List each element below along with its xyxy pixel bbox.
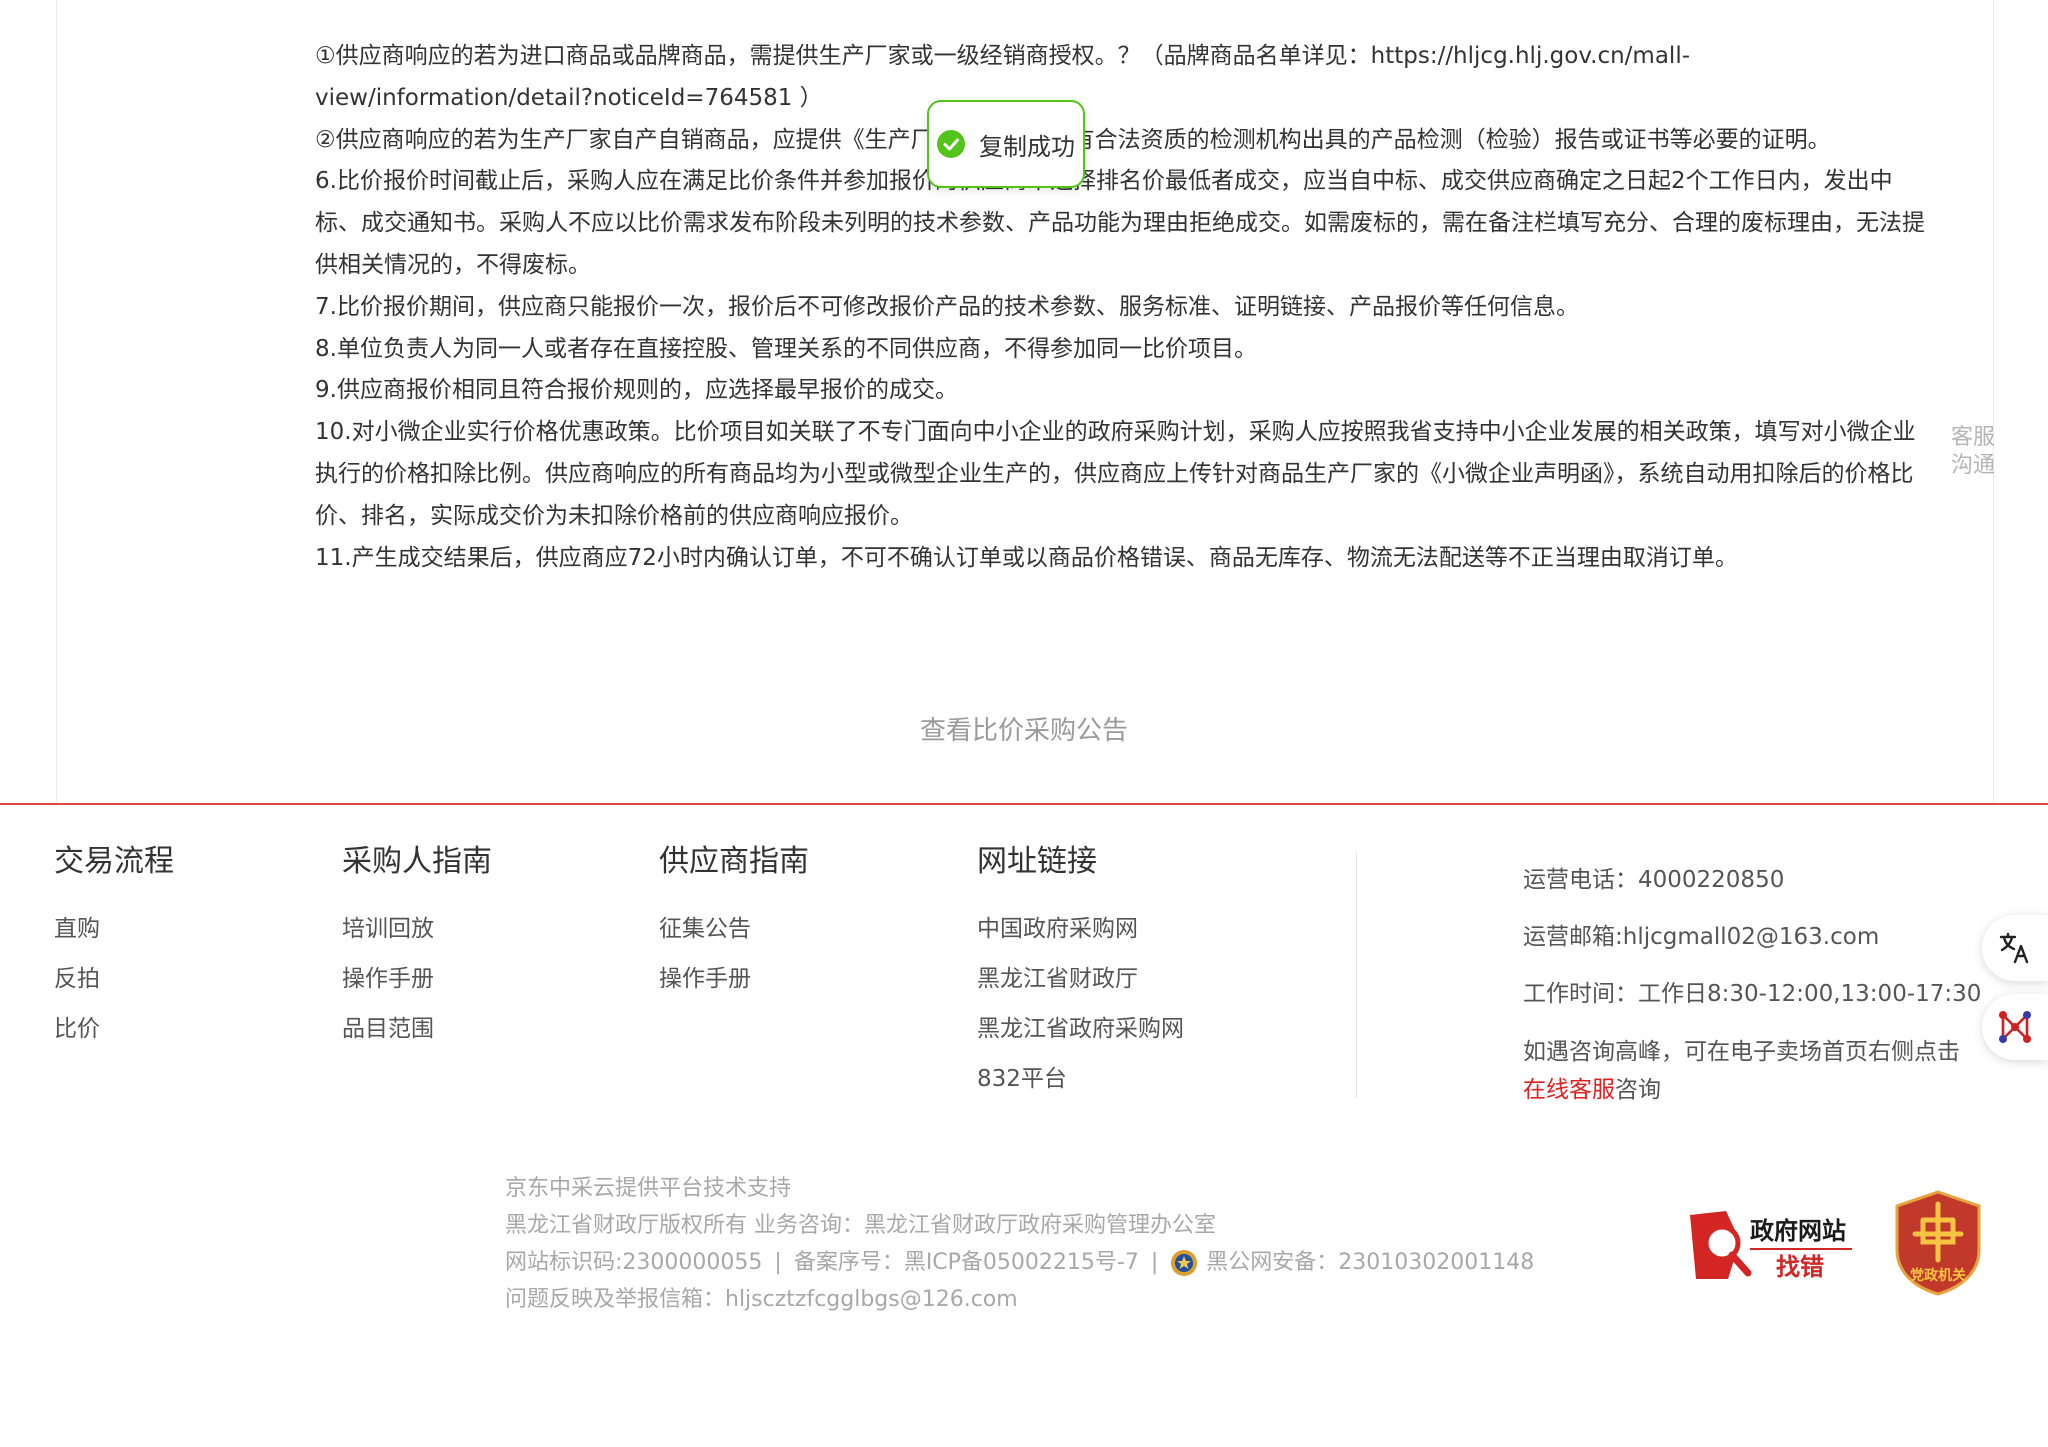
footer-col-title: 供应商指南 xyxy=(659,844,809,879)
footer-link-reverse-auction[interactable]: 反拍 xyxy=(54,954,174,1004)
customer-service-line1: 客服 xyxy=(1950,425,1995,450)
customer-service-tab[interactable]: 客服 沟通 xyxy=(1948,424,1998,480)
footer-link-supplier-manual[interactable]: 操作手册 xyxy=(659,954,809,1004)
footer-link-ccgp[interactable]: 中国政府采购网 xyxy=(977,904,1184,954)
footer-link-direct-buy[interactable]: 直购 xyxy=(54,904,174,954)
rule-11-confirm-order: 11.产生成交结果后，供应商应72小时内确认订单，不可不确认订单或以商品价格错误… xyxy=(315,544,1738,571)
footer-bottom-info: 京东中采云提供平台技术支持 黑龙江省财政厅版权所有 业务咨询：黑龙江省财政厅政府… xyxy=(505,1170,1534,1318)
network-tool-button[interactable] xyxy=(1982,994,2048,1060)
rule-7-single-quote: 7.比价报价期间，供应商只能报价一次，报价后不可修改报价产品的技术参数、服务标准… xyxy=(315,293,1579,320)
rule-10-small-business: 10.对小微企业实行价格优惠政策。比价项目如关联了不专门面向中小企业的政府采购计… xyxy=(315,419,1916,529)
network-nodes-icon xyxy=(1999,1011,2031,1043)
badge-find-error-text: 找错 xyxy=(1776,1254,1824,1281)
footer-col-title: 采购人指南 xyxy=(342,844,492,879)
footer-col-buyer-guide: 采购人指南 培训回放 操作手册 品目范围 xyxy=(342,840,492,1054)
contact-phone: 运营电话：4000220850 xyxy=(1523,867,1785,893)
record-info: 网站标识码:2300000055 | 备案序号：黑ICP备05002215号-7… xyxy=(505,1244,1534,1281)
translate-icon xyxy=(1999,932,2029,964)
copyright: 黑龙江省财政厅版权所有 业务咨询：黑龙江省财政厅政府采购管理办公室 xyxy=(505,1213,1216,1238)
separator: | xyxy=(774,1250,782,1275)
footer-link-buyer-manual[interactable]: 操作手册 xyxy=(342,954,492,1004)
customer-service-line2: 沟通 xyxy=(1950,453,1995,478)
contact-consult-prefix: 如遇咨询高峰，可在电子卖场首页右侧点击 xyxy=(1523,1039,1960,1065)
footer-link-price-compare[interactable]: 比价 xyxy=(54,1004,174,1054)
badge-gov-site-text: 政府网站 xyxy=(1750,1217,1846,1245)
footer-link-832-platform[interactable]: 832平台 xyxy=(977,1054,1184,1104)
copy-success-toast: 复制成功 xyxy=(927,100,1085,188)
report-email: 问题反映及举报信箱：hljscztzfcgglbgs@126.com xyxy=(505,1287,1018,1312)
rule-9-same-price: 9.供应商报价相同且符合报价规则的，应选择最早报价的成交。 xyxy=(315,377,958,404)
gov-site-error-report-badge[interactable]: 政府网站 找错 xyxy=(1688,1205,1854,1285)
translate-button[interactable] xyxy=(1982,915,2048,981)
contact-email: 运营邮箱:hljcgmall02@163.com xyxy=(1523,924,1880,950)
footer-divider xyxy=(0,803,2048,805)
icp-record-link[interactable]: 备案序号：黑ICP备05002215号-7 xyxy=(794,1244,1139,1281)
footer-col-site-links: 网址链接 中国政府采购网 黑龙江省财政厅 黑龙江省政府采购网 832平台 xyxy=(977,840,1184,1104)
contact-consult-suffix: 咨询 xyxy=(1615,1077,1661,1103)
separator: | xyxy=(1150,1250,1159,1275)
bidding-rules: ①供应商响应的若为进口商品或品牌商品，需提供生产厂家或一级经销商授权。？（品牌商… xyxy=(315,36,1935,579)
footer-contact: 运营电话：4000220850 运营邮箱:hljcgmall02@163.com… xyxy=(1523,852,1981,1109)
tech-support: 京东中采云提供平台技术支持 xyxy=(505,1176,792,1201)
footer-col-supplier-guide: 供应商指南 征集公告 操作手册 xyxy=(659,840,809,1004)
toast-text: 复制成功 xyxy=(979,132,1075,161)
footer-link-hlj-finance[interactable]: 黑龙江省财政厅 xyxy=(977,954,1184,1004)
police-record-link[interactable]: 黑公网安备：23010302001148 xyxy=(1206,1244,1534,1281)
badge-party-gov-text: 党政机关 xyxy=(1910,1267,1966,1283)
footer-col-title: 网址链接 xyxy=(977,844,1097,879)
contact-consult: 如遇咨询高峰，可在电子卖场首页右侧点击 在线客服咨询 xyxy=(1523,1033,1981,1109)
rule-8-same-owner: 8.单位负责人为同一人或者存在直接控股、管理关系的不同供应商，不得参加同一比价项… xyxy=(315,335,1257,362)
site-id: 网站标识码:2300000055 xyxy=(505,1250,763,1275)
footer-link-training-replay[interactable]: 培训回放 xyxy=(342,904,492,954)
rule-import-authorization: ①供应商响应的若为进口商品或品牌商品，需提供生产厂家或一级经销商授权。？（品牌商… xyxy=(315,43,1691,111)
footer-col-title: 交易流程 xyxy=(54,844,174,879)
contact-hours: 工作时间：工作日8:30-12:00,13:00-17:30 xyxy=(1523,981,1982,1007)
footer-vertical-divider xyxy=(1356,852,1357,1098)
footer-link-category-scope[interactable]: 品目范围 xyxy=(342,1004,492,1054)
police-badge-icon xyxy=(1171,1249,1198,1276)
footer-link-hlj-procurement[interactable]: 黑龙江省政府采购网 xyxy=(977,1004,1184,1054)
check-circle-icon xyxy=(937,130,965,158)
view-notice-link[interactable]: 查看比价采购公告 xyxy=(0,711,2048,751)
rule-6-deal-selection: 6.比价报价时间截止后，采购人应在满足比价条件并参加报价的供应商中选择排名价最低… xyxy=(315,168,1925,278)
footer-col-trade-process: 交易流程 直购 反拍 比价 xyxy=(54,840,174,1054)
footer-link-collection-notice[interactable]: 征集公告 xyxy=(659,904,809,954)
rule-self-produced: ②供应商响应的若为生产厂家自产自销商品，应提供《生产厂家证明》和具有合法资质的检… xyxy=(315,120,1935,162)
online-service-link[interactable]: 在线客服 xyxy=(1523,1077,1615,1103)
party-gov-agency-badge[interactable]: 党政机关 xyxy=(1893,1190,1983,1296)
